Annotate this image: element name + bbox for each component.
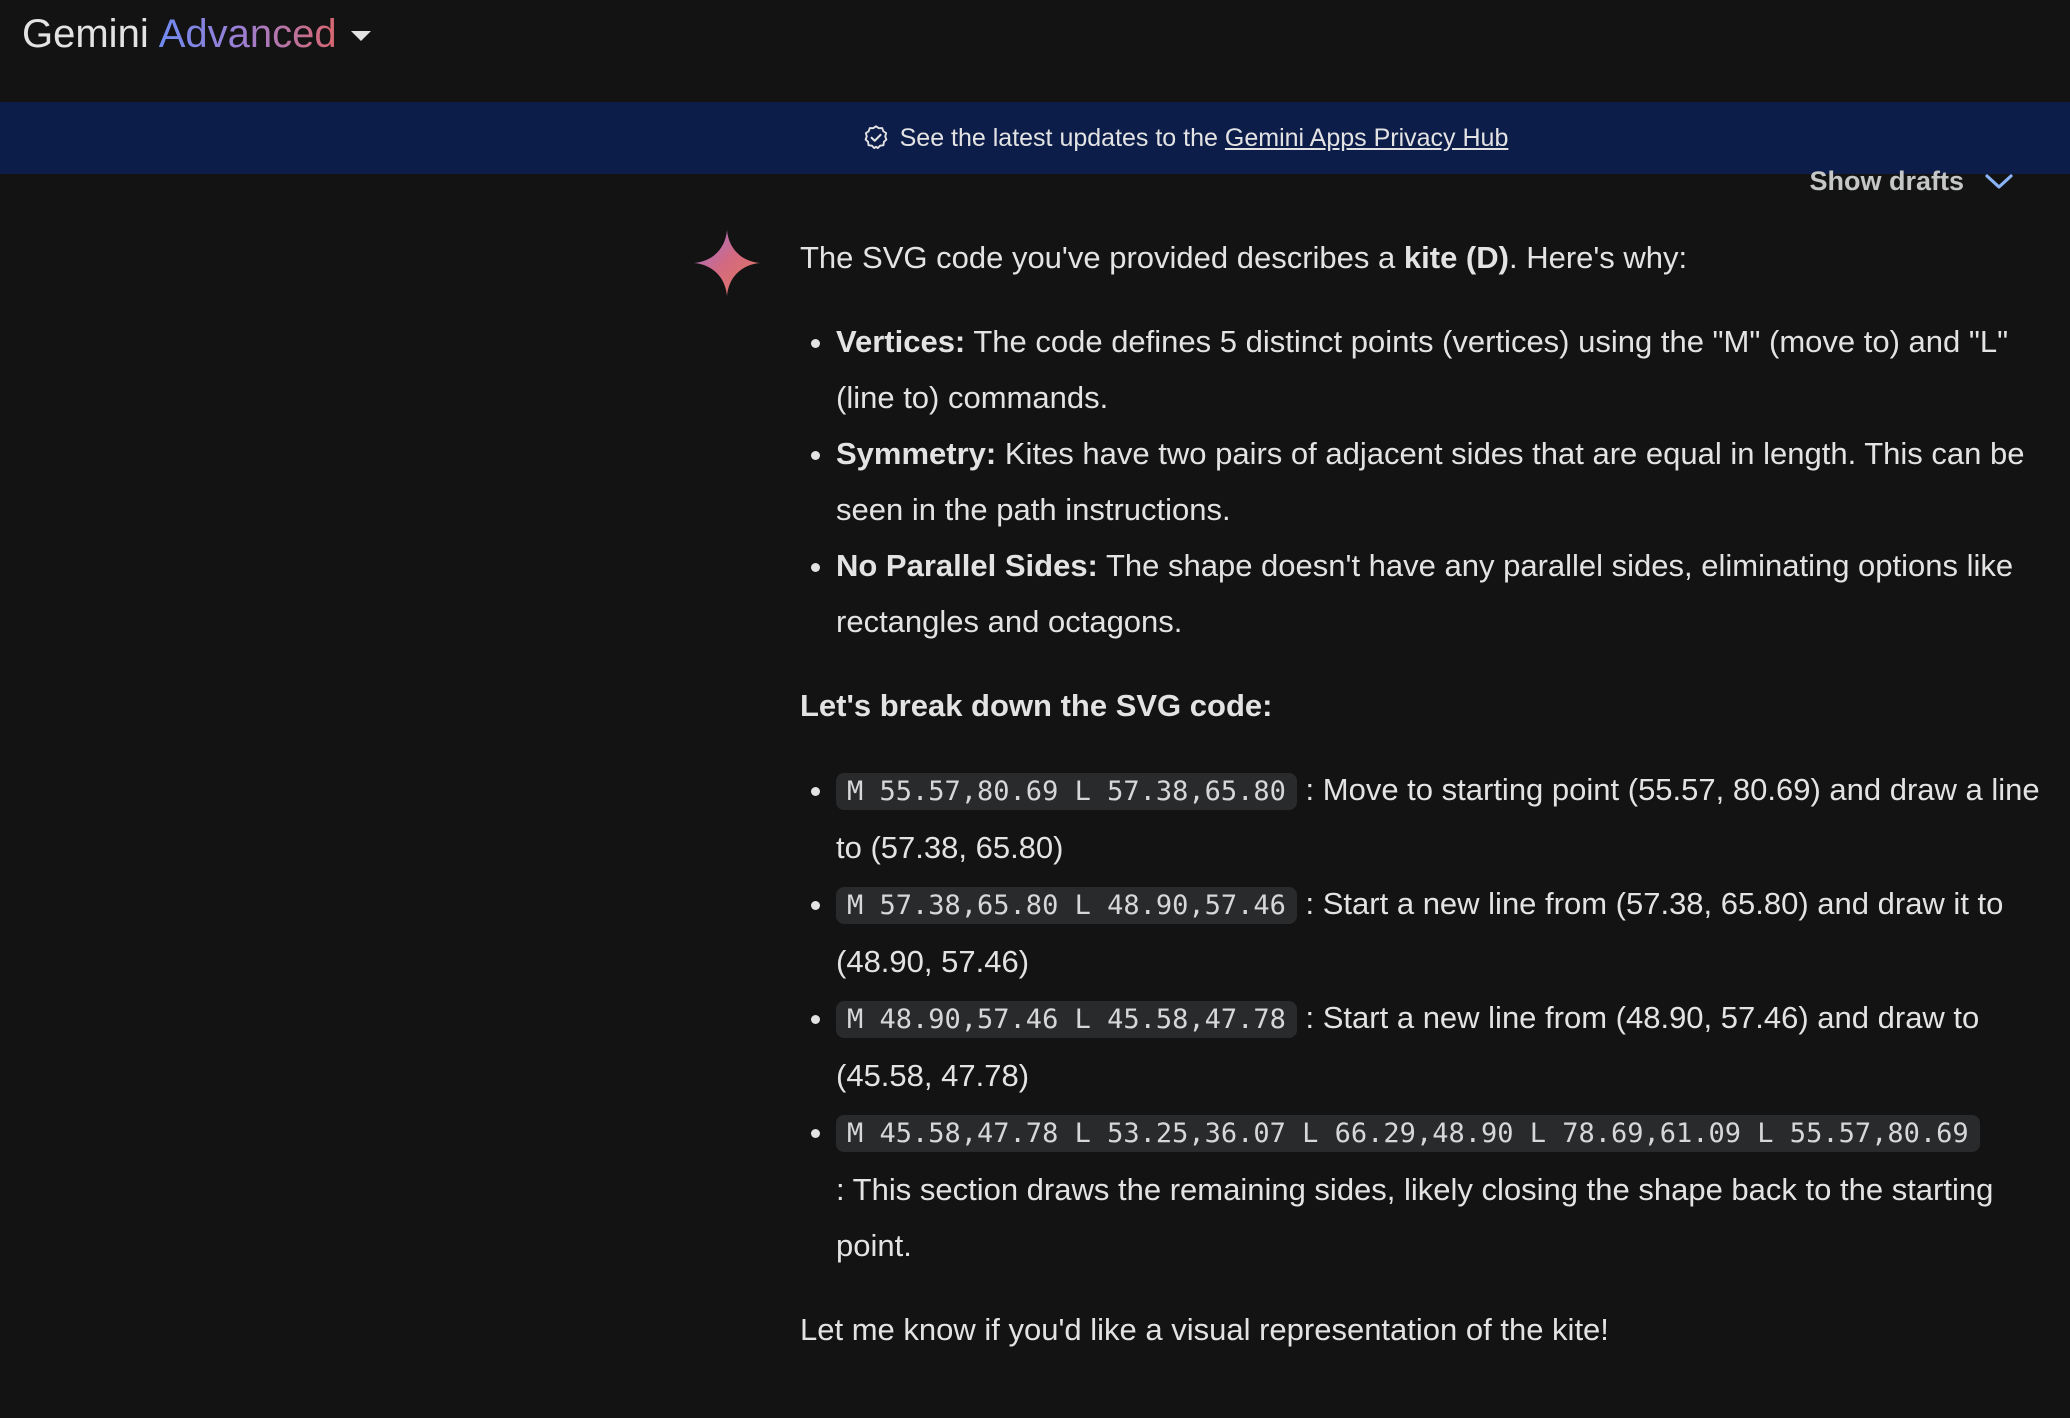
list-item: M 55.57,80.69 L 57.38,65.80 : Move to st…: [836, 762, 2040, 876]
caret-down-icon[interactable]: [350, 31, 371, 41]
brand-advanced: Advanced: [159, 8, 337, 60]
response-closing: Let me know if you'd like a visual repre…: [800, 1312, 1609, 1347]
list-item: M 57.38,65.80 L 48.90,57.46 : Start a ne…: [836, 876, 2040, 990]
response-intro: The SVG code you've provided describes a…: [800, 240, 1688, 275]
gemini-sparkle-icon: [694, 230, 760, 296]
list-item: Vertices: The code defines 5 distinct po…: [836, 314, 2040, 426]
top-bar: Gemini Advanced: [0, 0, 2070, 102]
code-snippet: M 57.38,65.80 L 48.90,57.46: [836, 887, 1297, 924]
show-drafts-label: Show drafts: [1809, 166, 1964, 196]
model-switcher[interactable]: Gemini Advanced: [22, 8, 371, 60]
verified-badge-icon: [864, 125, 887, 150]
brand-gemini: Gemini: [22, 12, 149, 56]
answer-highlight: kite (D): [1403, 240, 1509, 275]
chevron-down-icon: [1985, 173, 2013, 189]
banner-text: See the latest updates to the: [899, 123, 1218, 152]
code-snippet: M 48.90,57.46 L 45.58,47.78: [836, 1001, 1297, 1038]
reasons-list: Vertices: The code defines 5 distinct po…: [800, 314, 2040, 650]
code-snippet: M 55.57,80.69 L 57.38,65.80: [836, 773, 1297, 810]
list-item: M 48.90,57.46 L 45.58,47.78 : Start a ne…: [836, 990, 2040, 1104]
privacy-hub-link[interactable]: Gemini Apps Privacy Hub: [1225, 124, 1508, 153]
list-item: No Parallel Sides: The shape doesn't hav…: [836, 538, 2040, 650]
privacy-banner: See the latest updates to the Gemini App…: [0, 102, 2070, 174]
show-drafts-button[interactable]: Show drafts: [1809, 166, 2014, 197]
breakdown-heading: Let's break down the SVG code:: [800, 688, 1273, 723]
steps-list: M 55.57,80.69 L 57.38,65.80 : Move to st…: [800, 762, 2040, 1274]
conversation-area: The SVG code you've provided describes a…: [0, 174, 2070, 1418]
model-response: The SVG code you've provided describes a…: [800, 230, 2040, 1358]
code-snippet: M 45.58,47.78 L 53.25,36.07 L 66.29,48.9…: [836, 1115, 1980, 1152]
list-item: Symmetry: Kites have two pairs of adjace…: [836, 426, 2040, 538]
list-item: M 45.58,47.78 L 53.25,36.07 L 66.29,48.9…: [836, 1104, 2040, 1274]
